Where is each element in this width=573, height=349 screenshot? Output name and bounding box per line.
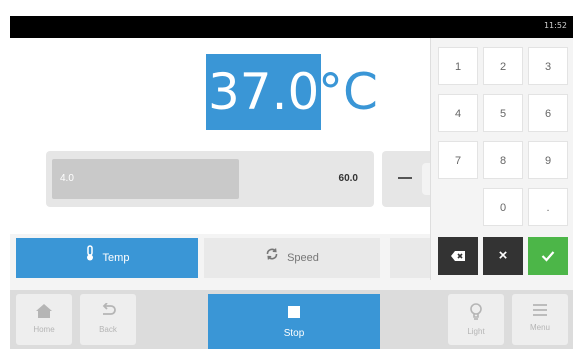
back-icon	[80, 302, 136, 321]
range-max-label: 60.0	[338, 173, 358, 184]
back-button[interactable]: Back	[80, 294, 136, 345]
check-icon	[541, 250, 555, 262]
setpoint-display: 37.0 °C	[10, 54, 430, 130]
key-8[interactable]: 8	[483, 141, 523, 179]
key-2[interactable]: 2	[483, 47, 523, 85]
light-label: Light	[467, 327, 485, 336]
stop-button[interactable]: Stop	[208, 294, 380, 349]
range-min-label: 4.0	[60, 173, 74, 184]
cancel-button[interactable]: ×	[483, 237, 523, 275]
minus-icon	[398, 177, 412, 179]
tab-temp-label: Temp	[102, 252, 130, 264]
rotate-icon	[265, 238, 279, 278]
screen-bezel	[0, 0, 10, 349]
device-screen: 37.0 °C 4.0 60.0 Temp Speed 1 2 3 4 5 6 …	[10, 38, 573, 349]
tab-speed[interactable]: Speed	[204, 238, 380, 278]
key-9[interactable]: 9	[528, 141, 568, 179]
parameter-tabs: Temp Speed	[10, 234, 430, 280]
key-4[interactable]: 4	[438, 94, 478, 132]
home-icon	[16, 303, 72, 321]
key-3[interactable]: 3	[528, 47, 568, 85]
setpoint-slider[interactable]: 4.0 60.0	[46, 151, 374, 207]
stop-label: Stop	[283, 328, 305, 339]
home-button[interactable]: Home	[16, 294, 72, 345]
key-5[interactable]: 5	[483, 94, 523, 132]
menu-button[interactable]: Menu	[512, 294, 568, 345]
menu-label: Menu	[529, 323, 550, 332]
setpoint-panel: 37.0 °C 4.0 60.0	[10, 38, 430, 234]
status-clock: 11:52	[543, 21, 567, 30]
tab-temp[interactable]: Temp	[16, 238, 198, 278]
key-0[interactable]: 0	[483, 188, 523, 226]
tab-next[interactable]	[390, 238, 430, 278]
slider-fill	[52, 159, 239, 199]
status-bar: 11:52	[10, 16, 573, 38]
numeric-keypad: 1 2 3 4 5 6 7 8 9 0 . ×	[430, 38, 573, 280]
backspace-icon	[450, 250, 466, 262]
backspace-button[interactable]	[438, 237, 478, 275]
home-label: Home	[33, 325, 55, 334]
menu-icon	[512, 303, 568, 319]
key-1[interactable]: 1	[438, 47, 478, 85]
setpoint-unit: °C	[318, 63, 378, 121]
decrement-button[interactable]	[382, 151, 430, 207]
tab-speed-label: Speed	[287, 252, 319, 264]
lightbulb-icon	[448, 303, 504, 323]
bottom-nav: Home Back Stop Light Menu	[10, 290, 573, 349]
back-label: Back	[99, 325, 117, 334]
setpoint-value[interactable]: 37.0	[206, 54, 322, 130]
key-empty	[438, 188, 478, 226]
stop-icon	[288, 306, 300, 318]
key-decimal[interactable]: .	[528, 188, 568, 226]
confirm-button[interactable]	[528, 237, 568, 275]
stepper-edge	[422, 163, 430, 195]
key-7[interactable]: 7	[438, 141, 478, 179]
thermometer-icon	[85, 238, 95, 278]
light-button[interactable]: Light	[448, 294, 504, 345]
key-6[interactable]: 6	[528, 94, 568, 132]
